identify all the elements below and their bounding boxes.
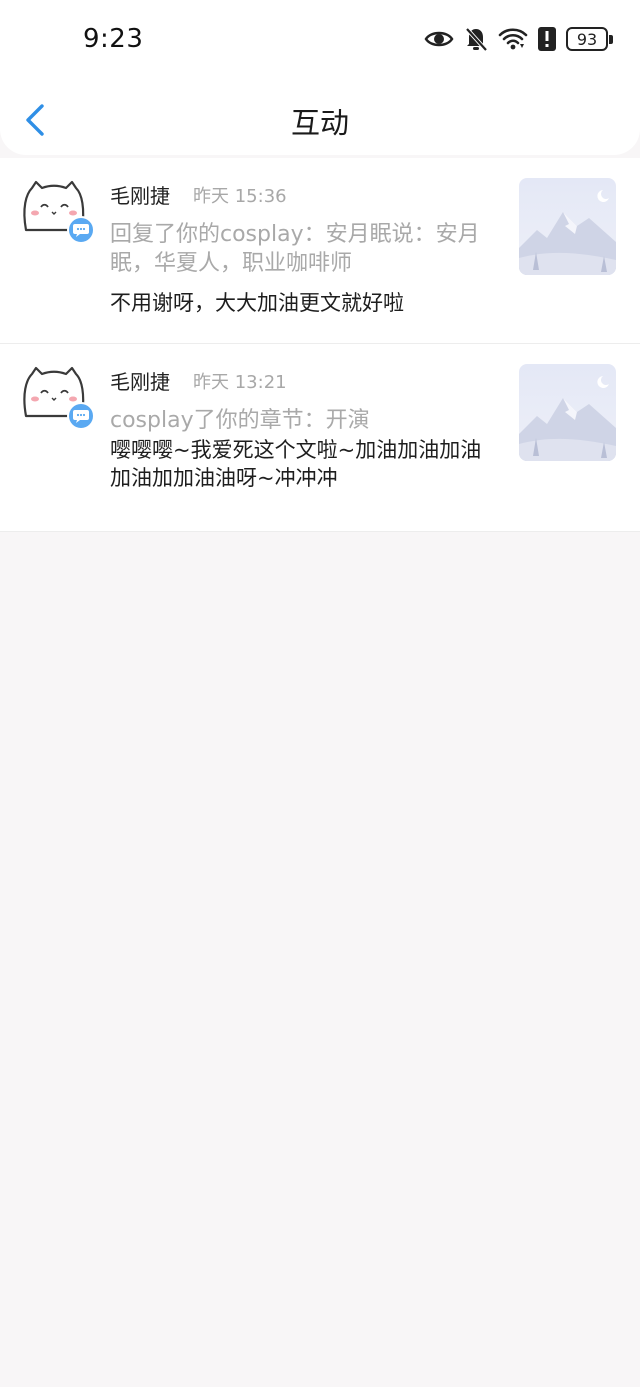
header: 9:23 93 互动 [0,0,640,155]
message-text: 嘤嘤嘤~我爱死这个文啦~加油加油加油加油加加油油呀~冲冲冲 [110,438,482,490]
bell-off-icon [465,27,488,52]
comment-badge [67,216,95,244]
comment-badge [67,402,95,430]
status-bar: 9:23 93 [0,0,640,84]
status-time: 9:23 [83,24,144,54]
message-text: 不用谢呀，大大加油更文就好啦 [110,291,404,315]
timestamp: 昨天 15:36 [193,186,287,207]
list-item[interactable]: 毛刚捷 昨天 13:21 cosplay了你的章节：开演 嘤嘤嘤~我爱死这个文啦… [0,344,640,532]
user-name[interactable]: 毛刚捷 [110,366,170,395]
nav-bar: 互动 [0,84,640,156]
system-icons: 93 [424,26,614,52]
chat-bubble-icon [73,224,89,237]
reference-text: cosplay了你的章节：开演 [110,408,370,433]
list-item[interactable]: 毛刚捷 昨天 15:36 回复了你的cosplay：安月眠说：安月眠，华夏人，职… [0,158,640,344]
eye-icon [424,31,454,47]
reference-text: 回复了你的cosplay：安月眠说：安月眠，华夏人，职业咖啡师 [110,222,480,276]
user-name[interactable]: 毛刚捷 [110,180,170,209]
cover-thumbnail[interactable] [519,178,616,275]
interaction-list: 毛刚捷 昨天 15:36 回复了你的cosplay：安月眠说：安月眠，华夏人，职… [0,158,640,532]
battery-icon: 93 [566,27,613,51]
alert-icon [538,27,556,51]
chat-bubble-icon [73,410,89,423]
wifi-icon [498,28,528,50]
timestamp: 昨天 13:21 [193,372,287,393]
cover-thumbnail[interactable] [519,364,616,461]
page-title: 互动 [290,106,349,140]
